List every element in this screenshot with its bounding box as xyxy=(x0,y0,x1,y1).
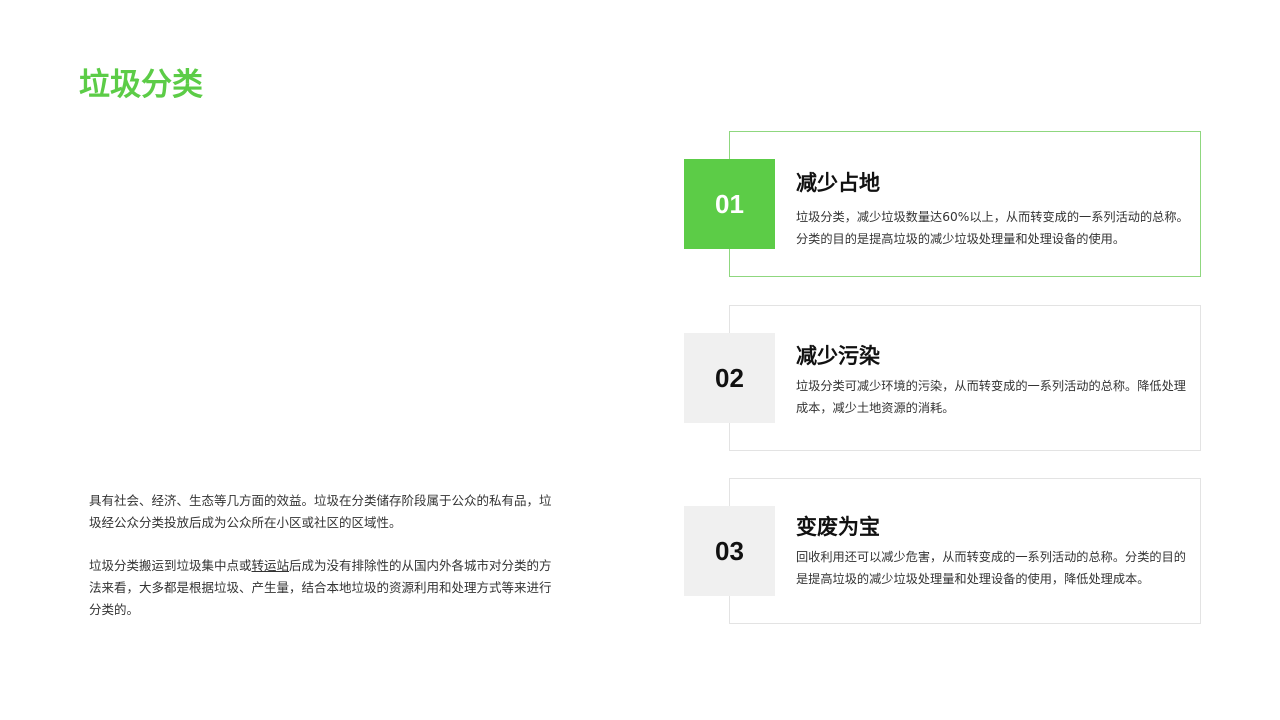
benefit-number-2: 02 xyxy=(684,333,775,423)
intro-paragraph-1: 具有社会、经济、生态等几方面的效益。垃圾在分类储存阶段属于公众的私有品，垃圾经公… xyxy=(89,493,552,530)
intro-paragraph-2: 垃圾分类搬运到垃圾集中点或转运站后成为没有排除性的从国内外各城市对分类的方法来看… xyxy=(89,555,561,621)
benefit-card-1 xyxy=(729,131,1201,277)
intro-paragraph-2-text-before: 垃圾分类搬运到垃圾集中点或 xyxy=(89,558,252,573)
transfer-station-link[interactable]: 转运站 xyxy=(252,558,290,573)
page-title: 垃圾分类 xyxy=(79,67,203,103)
benefit-description-3: 回收利用还可以减少危害，从而转变成的一系列活动的总称。分类的目的是提高垃圾的减少… xyxy=(796,550,1186,586)
benefit-title-2: 减少污染 xyxy=(796,344,880,368)
benefit-description-1: 垃圾分类，减少垃圾数量达60%以上，从而转变成的一系列活动的总称。分类的目的是提… xyxy=(796,210,1189,246)
benefit-title-1: 减少占地 xyxy=(796,171,880,195)
benefit-description-2: 垃圾分类可减少环境的污染，从而转变成的一系列活动的总称。降低处理成本，减少土地资… xyxy=(796,379,1186,415)
benefit-title-3: 变废为宝 xyxy=(796,515,880,539)
benefit-number-1: 01 xyxy=(684,159,775,249)
benefit-number-3: 03 xyxy=(684,506,775,596)
